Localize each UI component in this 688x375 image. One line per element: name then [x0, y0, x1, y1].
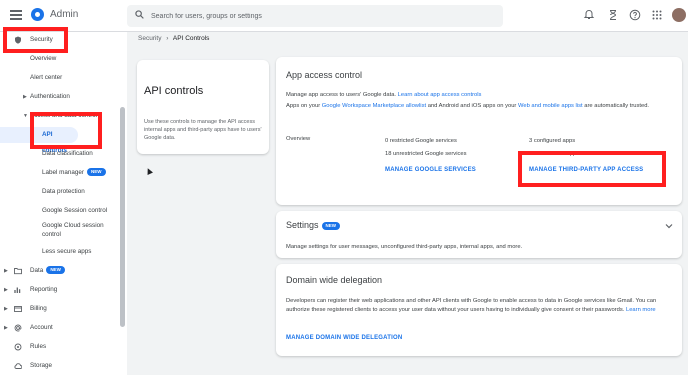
breadcrumb-current: API Controls [172, 35, 210, 42]
sidebar-item-label: Label manager [42, 169, 85, 176]
sidebar-item-label: Alert center [30, 74, 63, 81]
caret-right-icon: ▶ [4, 268, 8, 274]
configured-apps-count: 3 configured apps [529, 138, 576, 144]
folder-icon [14, 268, 22, 275]
sidebar-item-label: Google Session control [42, 207, 108, 214]
new-badge: NEW [87, 168, 106, 177]
sidebar-item-alert-center[interactable]: Alert center [0, 70, 120, 86]
bell-icon[interactable] [583, 9, 595, 21]
chevron-down-icon[interactable] [665, 223, 673, 229]
overview-label: Overview [286, 136, 311, 142]
sidebar-item-label: Reporting [30, 286, 58, 293]
highlight-box-api-controls [30, 112, 102, 149]
settings-title: Settings NEW [286, 220, 341, 230]
sidebar-item-label-manager[interactable]: Label manager NEW [0, 165, 120, 181]
chart-icon [14, 287, 21, 293]
sidebar-item-label: Google Cloud session [42, 222, 104, 229]
rules-icon [14, 343, 22, 351]
sidebar-item-google-session-control[interactable]: Google Session control [0, 203, 120, 219]
sidebar-item-overview[interactable]: Overview [0, 51, 120, 67]
sidebar-item-label: Authentication [30, 93, 70, 100]
sidebar-item-less-secure-apps[interactable]: Less secure apps [0, 244, 120, 260]
breadcrumb-separator: › [166, 35, 169, 42]
trusted-text-3: are automatically trusted. [584, 103, 650, 109]
sidebar-item-label: Data classification [42, 150, 93, 157]
new-badge: NEW [321, 221, 341, 230]
caret-right-icon: ▶ [23, 94, 27, 100]
sidebar-item-account[interactable]: ▶ Account [0, 320, 120, 336]
sidebar-item-authentication[interactable]: ▶ Authentication [0, 89, 120, 105]
sidebar-scrollbar[interactable] [120, 107, 125, 327]
breadcrumb-root[interactable]: Security [138, 35, 161, 42]
sidebar-item-label: Overview [30, 55, 57, 62]
app-access-title: App access control [286, 70, 363, 80]
settings-title-text: Settings [286, 220, 319, 230]
sidebar-item-rules[interactable]: Rules [0, 339, 120, 355]
restricted-services-count: 0 restricted Google services [385, 138, 457, 144]
cloud-icon [14, 363, 22, 369]
app-access-trusted-text: Apps on your Google Workspace Marketplac… [286, 102, 678, 110]
highlight-box-security [3, 27, 68, 53]
sidebar-item-label: Billing [30, 305, 47, 312]
app-access-manage-text: Manage app access to users' Google data.… [286, 91, 676, 99]
sidebar-item-label: Rules [30, 343, 47, 350]
top-bar: Admin [0, 0, 688, 32]
learn-app-access-link[interactable]: Learn about app access controls [398, 92, 482, 98]
search-bar[interactable] [127, 5, 503, 27]
apps-grid-icon[interactable] [651, 9, 663, 21]
trusted-text-2: and Android and iOS apps on your [427, 103, 517, 109]
sidebar-item-billing[interactable]: ▶ Billing [0, 301, 120, 317]
caret-right-icon: ▶ [4, 306, 8, 312]
sidebar-item-google-cloud-session-control[interactable]: Google Cloud session control [0, 219, 120, 241]
marketplace-allowlist-link[interactable]: Google Workspace Marketplace allowlist [322, 103, 426, 109]
settings-description: Manage settings for user messages, uncon… [286, 244, 523, 250]
highlight-box-third-party [518, 151, 666, 187]
page-title: API controls [144, 85, 204, 97]
sidebar-item-reporting[interactable]: ▶ Reporting [0, 282, 120, 298]
sidebar-item-label: Less secure apps [42, 248, 92, 255]
learn-more-link[interactable]: Learn more [626, 307, 656, 313]
search-input[interactable] [151, 9, 481, 23]
delegation-description: Developers can register their web applic… [286, 297, 676, 315]
credit-card-icon [14, 306, 22, 312]
avatar[interactable] [672, 8, 686, 22]
caret-right-icon: ▶ [4, 325, 8, 331]
hourglass-icon[interactable] [607, 9, 619, 21]
sidebar-item-storage[interactable]: Storage [0, 358, 120, 374]
unrestricted-services-count: 18 unrestricted Google services [385, 151, 467, 157]
manage-google-services-link[interactable]: MANAGE GOOGLE SERVICES [385, 167, 476, 173]
admin-logo-icon[interactable] [31, 8, 44, 21]
help-icon[interactable] [629, 9, 641, 21]
at-sign-icon [14, 324, 22, 332]
sidebar: Security Overview Alert center ▶ Authent… [0, 32, 127, 375]
trusted-text-1: Apps on your [286, 103, 321, 109]
breadcrumb: Security › API Controls [138, 35, 209, 42]
sidebar-item-label: Data [30, 267, 44, 274]
delegation-title: Domain wide delegation [286, 275, 383, 285]
web-mobile-apps-link[interactable]: Web and mobile apps list [518, 103, 583, 109]
caret-down-icon: ▼ [23, 113, 28, 119]
sidebar-item-label: Storage [30, 362, 53, 369]
sidebar-item-data-protection[interactable]: Data protection [0, 184, 120, 200]
new-badge: NEW [46, 266, 65, 275]
api-controls-card: API controls Use these controls to manag… [137, 60, 269, 154]
sidebar-item-data[interactable]: ▶ Data NEW [0, 263, 120, 279]
settings-card[interactable]: Settings NEW Manage settings for user mes… [276, 211, 682, 258]
caret-right-icon: ▶ [4, 287, 8, 293]
mouse-cursor-icon [145, 167, 153, 175]
sidebar-item-label: Account [30, 324, 53, 331]
menu-icon[interactable] [10, 10, 22, 20]
sidebar-item-label: control [42, 231, 61, 238]
delegation-text: Developers can register their web applic… [286, 298, 657, 313]
search-icon [135, 10, 144, 19]
domain-wide-delegation-card: Domain wide delegation Developers can re… [276, 264, 682, 356]
sidebar-item-label: Data protection [42, 188, 85, 195]
manage-text: Manage app access to users' Google data. [286, 92, 397, 98]
app-title[interactable]: Admin [50, 9, 78, 20]
manage-domain-wide-delegation-link[interactable]: MANAGE DOMAIN WIDE DELEGATION [286, 335, 402, 341]
page-description: Use these controls to manage the API acc… [144, 119, 262, 141]
